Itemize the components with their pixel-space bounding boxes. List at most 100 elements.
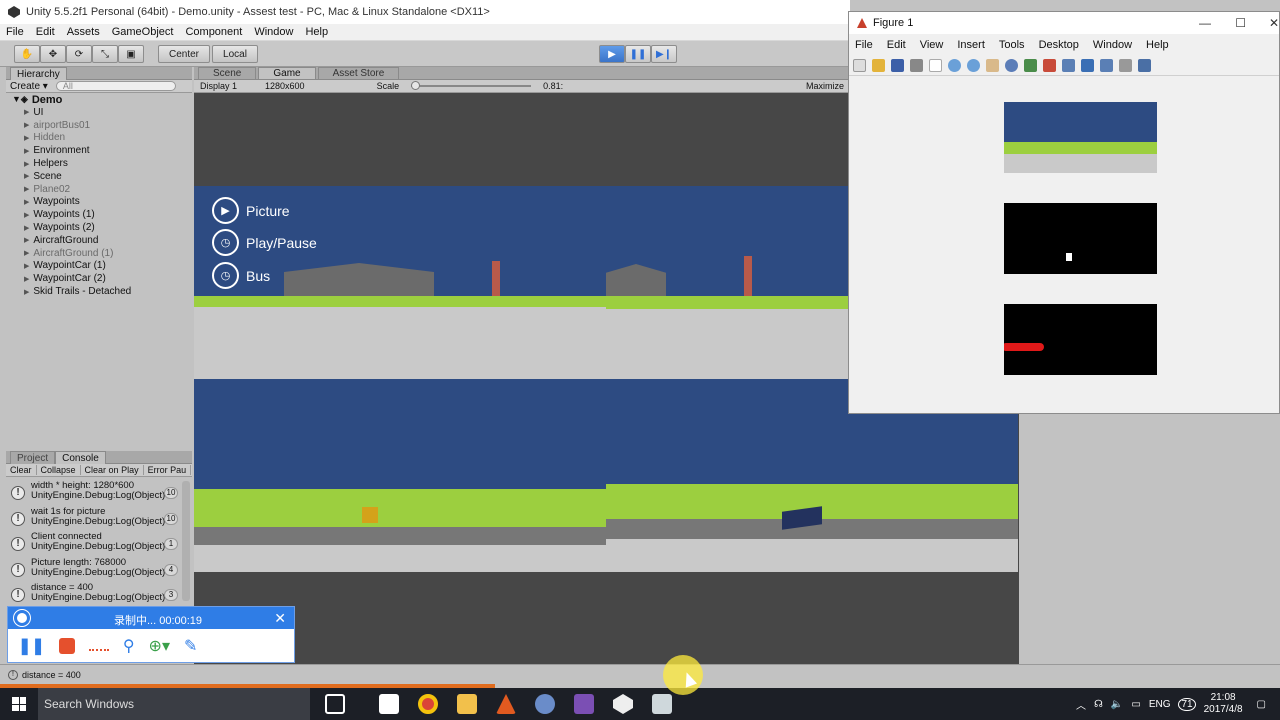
pan-icon[interactable] [986,59,999,72]
hierarchy-item[interactable]: ▶ AircraftGround (1) [6,247,192,260]
expand-arrow-icon[interactable]: ▶ [24,262,29,270]
fig-menu-view[interactable]: View [920,39,944,51]
console-scrollbar[interactable] [182,481,190,601]
scene-root-demo[interactable]: ▼◈ Demo [6,93,192,106]
bus-menu-item[interactable]: ◷ Bus [212,262,270,289]
hierarchy-item[interactable]: ▶ Skid Trails - Detached [6,285,192,298]
legend-icon[interactable] [1100,59,1113,72]
webcam-icon[interactable]: ⊕▾ [149,636,170,656]
new-figure-icon[interactable] [853,59,866,72]
picture-menu-item[interactable]: ▶ Picture [212,197,290,224]
fig-menu-window[interactable]: Window [1093,39,1132,51]
tab-game[interactable]: Game [258,67,316,79]
store-icon[interactable] [379,694,399,714]
scale-slider[interactable] [411,81,532,90]
menu-window[interactable]: Window [254,26,293,38]
expand-arrow-icon[interactable]: ▶ [24,185,29,193]
clock[interactable]: 21:08 2017/4/8 [1204,692,1243,716]
scale-tool-icon[interactable]: ⤡ [92,45,118,63]
app-icon[interactable] [535,694,555,714]
open-icon[interactable] [872,59,885,72]
menu-edit[interactable]: Edit [36,26,55,38]
hierarchy-item[interactable]: ▶ Waypoints (1) [6,208,192,221]
link-plot-icon[interactable] [1062,59,1075,72]
hierarchy-item[interactable]: ▶ Hidden [6,132,192,145]
colorbar-icon[interactable] [1081,59,1094,72]
tab-scene[interactable]: Scene [198,67,257,79]
menu-gameobject[interactable]: GameObject [112,26,174,38]
console-log-entry[interactable]: ! width * height: 1280*600 UnityEngine.Deb… [6,481,182,506]
console-log-entry[interactable]: ! Picture length: 768000 UnityEngine.Debug… [6,558,182,583]
network-icon[interactable]: ☊ [1094,699,1103,710]
clear-button[interactable]: Clear [6,465,37,475]
hierarchy-item[interactable]: ▶ Scene [6,170,192,183]
error-pause-button[interactable]: Error Pau [144,465,192,475]
volume-icon[interactable]: 🔈 [1111,699,1123,710]
language-indicator[interactable]: ENG [1149,699,1171,710]
pivot-center-button[interactable]: Center [158,45,210,63]
tab-project[interactable]: Project [10,450,56,464]
expand-arrow-icon[interactable]: ▶ [24,147,29,155]
hierarchy-item[interactable]: ▶ WaypointCar (2) [6,272,192,285]
menu-help[interactable]: Help [305,26,328,38]
close-icon[interactable]: ✕ [1269,16,1279,30]
hierarchy-item[interactable]: ▶ AircraftGround [6,234,192,247]
hierarchy-item[interactable]: ▶ Helpers [6,157,192,170]
expand-arrow-icon[interactable]: ▶ [24,160,29,168]
fig-menu-file[interactable]: File [855,39,873,51]
save-icon[interactable] [891,59,904,72]
pivot-local-button[interactable]: Local [212,45,258,63]
minimize-icon[interactable]: — [1199,16,1211,30]
expand-arrow-icon[interactable]: ▶ [24,198,29,206]
close-icon[interactable]: ✕ [274,610,286,627]
fig-menu-insert[interactable]: Insert [957,39,985,51]
pause-button-icon[interactable]: ❚❚ [625,45,651,63]
tab-hierarchy[interactable]: Hierarchy [10,66,67,80]
window-app-icon[interactable] [652,694,672,714]
collapse-button[interactable]: Collapse [37,465,81,475]
visual-studio-icon[interactable] [574,694,594,714]
file-explorer-icon[interactable] [457,694,477,714]
rect-tool-icon[interactable]: ▣ [118,45,144,63]
display-dropdown[interactable]: Display 1 [194,81,243,91]
hierarchy-item[interactable]: ▶ airportBus01 [6,119,192,132]
expand-arrow-icon[interactable]: ▶ [24,275,29,283]
menu-file[interactable]: File [6,26,24,38]
move-tool-icon[interactable]: ✥ [40,45,66,63]
zoom-in-icon[interactable] [948,59,961,72]
notification-badge[interactable]: 71 [1178,697,1196,711]
data-cursor-icon[interactable] [1024,59,1037,72]
stop-icon[interactable] [58,637,75,654]
maximize-toggle[interactable]: Maximize [800,81,850,91]
fig-menu-tools[interactable]: Tools [999,39,1025,51]
expand-arrow-icon[interactable]: ▶ [24,121,29,129]
chevron-up-icon[interactable]: ︿ [1076,697,1086,712]
hide-plot-tools-icon[interactable] [1119,59,1132,72]
create-dropdown[interactable]: Create [10,81,40,92]
console-log-entry[interactable]: ! wait 1s for picture UnityEngine.Debug:Lo… [6,507,182,532]
expand-arrow-icon[interactable]: ▶ [24,224,29,232]
rotate-3d-icon[interactable] [1005,59,1018,72]
hierarchy-item[interactable]: ▶ Plane02 [6,183,192,196]
taskbar-search-box[interactable]: Search Windows [38,688,310,720]
chrome-icon[interactable] [418,694,438,714]
line-icon[interactable] [88,641,109,651]
hierarchy-item[interactable]: ▶ Waypoints [6,196,192,209]
console-log-entry[interactable]: ! Client connected UnityEngine.Debug:Log(O… [6,532,182,557]
print-icon[interactable] [910,59,923,72]
expand-arrow-icon[interactable]: ▶ [24,211,29,219]
play-button-icon[interactable]: ▶ [599,45,625,63]
hierarchy-item[interactable]: ▶ Waypoints (2) [6,221,192,234]
tab-asset-store[interactable]: Asset Store [317,67,400,79]
pin-icon[interactable]: ⚲ [123,636,135,656]
hierarchy-search-input[interactable]: All [55,81,176,91]
menu-component[interactable]: Component [185,26,242,38]
tab-console[interactable]: Console [55,450,106,464]
maximize-icon[interactable]: ☐ [1235,16,1246,30]
fig-menu-desktop[interactable]: Desktop [1039,39,1079,51]
expand-arrow-icon[interactable]: ▶ [24,134,29,142]
pen-icon[interactable]: ✎ [184,636,197,656]
task-view-icon[interactable] [325,694,345,714]
hierarchy-item[interactable]: ▶ Environment [6,144,192,157]
play-pause-menu-item[interactable]: ◷ Play/Pause [212,229,317,256]
